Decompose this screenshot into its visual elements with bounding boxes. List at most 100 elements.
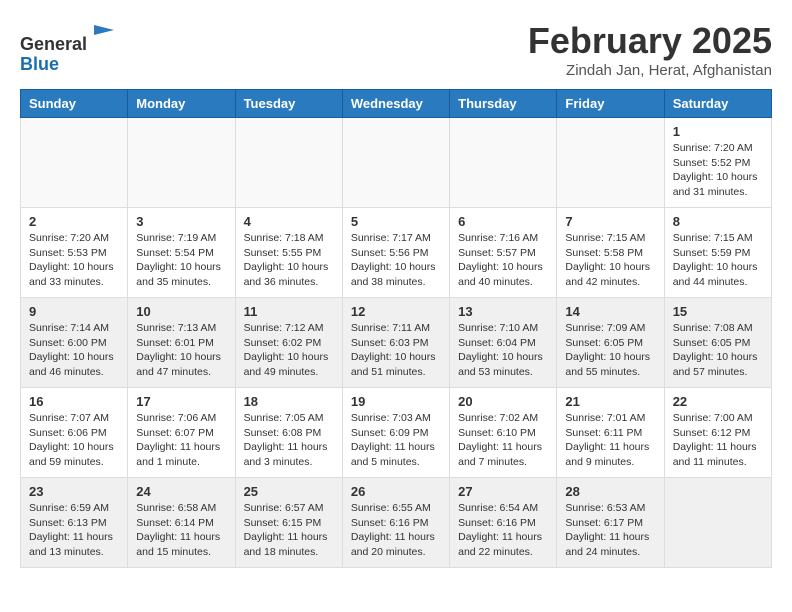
calendar-day-cell xyxy=(557,118,664,208)
logo-general: General xyxy=(20,34,87,54)
calendar-day-cell: 21 Sunrise: 7:01 AM Sunset: 6:11 PM Dayli… xyxy=(557,388,664,478)
day-info: Sunrise: 7:15 AM Sunset: 5:59 PM Dayligh… xyxy=(673,231,763,290)
day-info: Sunrise: 6:59 AM Sunset: 6:13 PM Dayligh… xyxy=(29,501,119,560)
weekday-header: Thursday xyxy=(450,90,557,118)
calendar-day-cell: 11 Sunrise: 7:12 AM Sunset: 6:02 PM Dayli… xyxy=(235,298,342,388)
day-info: Sunrise: 7:07 AM Sunset: 6:06 PM Dayligh… xyxy=(29,411,119,470)
calendar-day-cell: 16 Sunrise: 7:07 AM Sunset: 6:06 PM Dayli… xyxy=(21,388,128,478)
day-info: Sunrise: 7:18 AM Sunset: 5:55 PM Dayligh… xyxy=(244,231,334,290)
calendar-day-cell: 3 Sunrise: 7:19 AM Sunset: 5:54 PM Daylig… xyxy=(128,208,235,298)
day-number: 17 xyxy=(136,394,226,409)
calendar-day-cell: 7 Sunrise: 7:15 AM Sunset: 5:58 PM Daylig… xyxy=(557,208,664,298)
day-info: Sunrise: 6:58 AM Sunset: 6:14 PM Dayligh… xyxy=(136,501,226,560)
day-number: 5 xyxy=(351,214,441,229)
calendar-day-cell: 27Sunrise: 6:54 AM Sunset: 6:16 PM Dayli… xyxy=(450,478,557,568)
day-number: 15 xyxy=(673,304,763,319)
location-title: Zindah Jan, Herat, Afghanistan xyxy=(528,62,772,79)
day-number: 10 xyxy=(136,304,226,319)
calendar-week-row: 9 Sunrise: 7:14 AM Sunset: 6:00 PM Daylig… xyxy=(21,298,772,388)
day-number: 27 xyxy=(458,484,548,499)
day-number: 20 xyxy=(458,394,548,409)
day-number: 2 xyxy=(29,214,119,229)
calendar-day-cell: 28 Sunrise: 6:53 AM Sunset: 6:17 PM Dayli… xyxy=(557,478,664,568)
calendar-day-cell xyxy=(128,118,235,208)
day-info: Sunrise: 7:00 AM Sunset: 6:12 PM Dayligh… xyxy=(673,411,763,470)
day-number: 18 xyxy=(244,394,334,409)
calendar-week-row: 2 Sunrise: 7:20 AM Sunset: 5:53 PM Daylig… xyxy=(21,208,772,298)
calendar-day-cell: 18 Sunrise: 7:05 AM Sunset: 6:08 PM Dayli… xyxy=(235,388,342,478)
calendar-day-cell xyxy=(342,118,449,208)
calendar-day-cell: 9 Sunrise: 7:14 AM Sunset: 6:00 PM Daylig… xyxy=(21,298,128,388)
day-number: 3 xyxy=(136,214,226,229)
day-number: 13 xyxy=(458,304,548,319)
calendar-week-row: 23 Sunrise: 6:59 AM Sunset: 6:13 PM Dayli… xyxy=(21,478,772,568)
calendar-day-cell: 13 Sunrise: 7:10 AM Sunset: 6:04 PM Dayli… xyxy=(450,298,557,388)
calendar-day-cell: 17 Sunrise: 7:06 AM Sunset: 6:07 PM Dayli… xyxy=(128,388,235,478)
calendar-day-cell: 20Sunrise: 7:02 AM Sunset: 6:10 PM Dayli… xyxy=(450,388,557,478)
day-number: 6 xyxy=(458,214,548,229)
calendar-day-cell: 25Sunrise: 6:57 AM Sunset: 6:15 PM Dayli… xyxy=(235,478,342,568)
logo-blue: Blue xyxy=(20,54,59,74)
calendar-day-cell: 12 Sunrise: 7:11 AM Sunset: 6:03 PM Dayli… xyxy=(342,298,449,388)
day-number: 1 xyxy=(673,124,763,139)
day-number: 19 xyxy=(351,394,441,409)
day-number: 14 xyxy=(565,304,655,319)
calendar-day-cell xyxy=(450,118,557,208)
calendar-day-cell: 10 Sunrise: 7:13 AM Sunset: 6:01 PM Dayli… xyxy=(128,298,235,388)
calendar-day-cell: 5 Sunrise: 7:17 AM Sunset: 5:56 PM Daylig… xyxy=(342,208,449,298)
weekday-header: Wednesday xyxy=(342,90,449,118)
day-number: 26 xyxy=(351,484,441,499)
page-header: General Blue February 2025 Zindah Jan, H… xyxy=(20,20,772,79)
weekday-header: Sunday xyxy=(21,90,128,118)
day-info: Sunrise: 7:03 AM Sunset: 6:09 PM Dayligh… xyxy=(351,411,441,470)
day-number: 7 xyxy=(565,214,655,229)
logo: General Blue xyxy=(20,20,119,75)
day-info: Sunrise: 7:12 AM Sunset: 6:02 PM Dayligh… xyxy=(244,321,334,380)
day-info: Sunrise: 7:01 AM Sunset: 6:11 PM Dayligh… xyxy=(565,411,655,470)
weekday-header-row: SundayMondayTuesdayWednesdayThursdayFrid… xyxy=(21,90,772,118)
day-number: 22 xyxy=(673,394,763,409)
title-block: February 2025 Zindah Jan, Herat, Afghani… xyxy=(528,20,772,79)
day-info: Sunrise: 7:08 AM Sunset: 6:05 PM Dayligh… xyxy=(673,321,763,380)
day-info: Sunrise: 7:14 AM Sunset: 6:00 PM Dayligh… xyxy=(29,321,119,380)
day-info: Sunrise: 6:55 AM Sunset: 6:16 PM Dayligh… xyxy=(351,501,441,560)
day-number: 11 xyxy=(244,304,334,319)
calendar-day-cell: 4 Sunrise: 7:18 AM Sunset: 5:55 PM Daylig… xyxy=(235,208,342,298)
day-info: Sunrise: 7:13 AM Sunset: 6:01 PM Dayligh… xyxy=(136,321,226,380)
day-number: 12 xyxy=(351,304,441,319)
day-number: 21 xyxy=(565,394,655,409)
day-info: Sunrise: 6:53 AM Sunset: 6:17 PM Dayligh… xyxy=(565,501,655,560)
month-title: February 2025 xyxy=(528,20,772,62)
weekday-header: Tuesday xyxy=(235,90,342,118)
calendar-day-cell: 1 Sunrise: 7:20 AM Sunset: 5:52 PM Daylig… xyxy=(664,118,771,208)
day-info: Sunrise: 7:05 AM Sunset: 6:08 PM Dayligh… xyxy=(244,411,334,470)
calendar-day-cell: 8 Sunrise: 7:15 AM Sunset: 5:59 PM Daylig… xyxy=(664,208,771,298)
day-info: Sunrise: 7:20 AM Sunset: 5:53 PM Dayligh… xyxy=(29,231,119,290)
weekday-header: Saturday xyxy=(664,90,771,118)
day-info: Sunrise: 7:11 AM Sunset: 6:03 PM Dayligh… xyxy=(351,321,441,380)
weekday-header: Friday xyxy=(557,90,664,118)
calendar-day-cell: 19 Sunrise: 7:03 AM Sunset: 6:09 PM Dayli… xyxy=(342,388,449,478)
calendar-week-row: 1 Sunrise: 7:20 AM Sunset: 5:52 PM Daylig… xyxy=(21,118,772,208)
day-info: Sunrise: 7:17 AM Sunset: 5:56 PM Dayligh… xyxy=(351,231,441,290)
day-info: Sunrise: 7:19 AM Sunset: 5:54 PM Dayligh… xyxy=(136,231,226,290)
calendar-day-cell: 14 Sunrise: 7:09 AM Sunset: 6:05 PM Dayli… xyxy=(557,298,664,388)
day-info: Sunrise: 7:20 AM Sunset: 5:52 PM Dayligh… xyxy=(673,141,763,200)
day-info: Sunrise: 7:10 AM Sunset: 6:04 PM Dayligh… xyxy=(458,321,548,380)
day-number: 9 xyxy=(29,304,119,319)
weekday-header: Monday xyxy=(128,90,235,118)
day-number: 28 xyxy=(565,484,655,499)
calendar-day-cell: 15 Sunrise: 7:08 AM Sunset: 6:05 PM Dayli… xyxy=(664,298,771,388)
day-number: 4 xyxy=(244,214,334,229)
day-info: Sunrise: 7:06 AM Sunset: 6:07 PM Dayligh… xyxy=(136,411,226,470)
day-number: 16 xyxy=(29,394,119,409)
day-info: Sunrise: 7:15 AM Sunset: 5:58 PM Dayligh… xyxy=(565,231,655,290)
calendar-day-cell: 26 Sunrise: 6:55 AM Sunset: 6:16 PM Dayli… xyxy=(342,478,449,568)
day-number: 24 xyxy=(136,484,226,499)
calendar-day-cell xyxy=(664,478,771,568)
day-number: 8 xyxy=(673,214,763,229)
logo-flag-icon xyxy=(89,20,119,50)
day-number: 23 xyxy=(29,484,119,499)
day-info: Sunrise: 7:09 AM Sunset: 6:05 PM Dayligh… xyxy=(565,321,655,380)
calendar-day-cell xyxy=(235,118,342,208)
